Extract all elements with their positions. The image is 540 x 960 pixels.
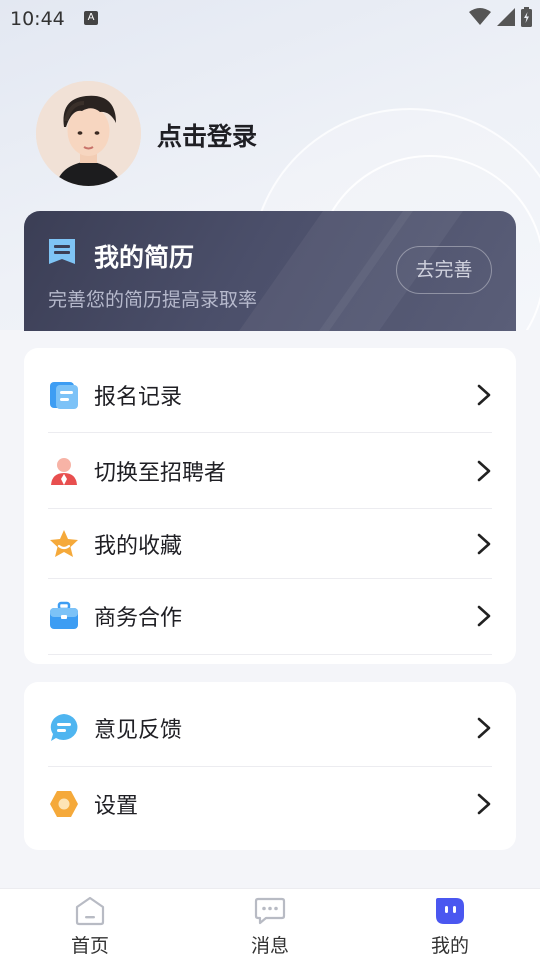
- complete-resume-button[interactable]: 去完善: [396, 246, 492, 294]
- menu-item-application-records[interactable]: 报名记录: [48, 357, 492, 433]
- status-time: 10:44: [10, 8, 65, 30]
- notification-icon: A: [84, 11, 98, 25]
- chevron-right-icon: [477, 793, 491, 815]
- menu-item-label: 切换至招聘者: [94, 461, 227, 486]
- menu-item-settings[interactable]: 设置: [48, 766, 492, 842]
- nav-tab-home[interactable]: 首页: [30, 889, 150, 960]
- resume-icon: [49, 239, 75, 264]
- wifi-icon: [469, 8, 491, 25]
- menu-item-switch-recruiter[interactable]: 切换至招聘者: [48, 433, 492, 509]
- resume-subtitle: 完善您的简历提高录取率: [48, 289, 258, 311]
- nav-label: 消息: [250, 935, 289, 957]
- bottom-navigation: 首页 消息 我的: [0, 888, 540, 960]
- menu-item-business-cooperation[interactable]: 商务合作: [48, 578, 492, 654]
- menu-item-label: 意见反馈: [94, 718, 183, 743]
- chevron-right-icon: [477, 384, 491, 406]
- profile-robot-icon: [436, 898, 464, 924]
- divider: [48, 654, 492, 655]
- recruiter-person-icon: [51, 458, 77, 485]
- menu-item-favorites[interactable]: 我的收藏: [48, 506, 492, 582]
- menu-item-label: 设置: [94, 794, 139, 819]
- nav-tab-messages[interactable]: 消息: [210, 889, 330, 960]
- briefcase-icon: [50, 601, 78, 629]
- avatar[interactable]: [36, 81, 141, 186]
- status-icons: [469, 7, 532, 27]
- secondary-menu-card: 意见反馈 设置: [24, 682, 516, 850]
- nav-label: 我的: [430, 935, 469, 957]
- menu-item-label: 商务合作: [94, 606, 183, 631]
- star-icon: [50, 530, 78, 557]
- signal-icon: [497, 8, 515, 26]
- chevron-right-icon: [477, 533, 491, 555]
- resume-card[interactable]: 我的简历 完善您的简历提高录取率 去完善: [24, 211, 516, 331]
- login-link[interactable]: 点击登录: [157, 117, 257, 153]
- chevron-right-icon: [477, 605, 491, 627]
- battery-icon: [521, 7, 532, 27]
- resume-title: 我的简历: [94, 243, 195, 272]
- menu-item-label: 我的收藏: [94, 534, 183, 559]
- status-bar: 10:44 A: [0, 0, 540, 36]
- main-menu-card: 报名记录 切换至招聘者 我的收藏 商务合作: [24, 348, 516, 664]
- home-icon: [75, 896, 105, 926]
- document-list-icon: [50, 382, 78, 409]
- settings-hexagon-icon: [50, 791, 78, 817]
- avatar-illustration-icon: [36, 81, 141, 186]
- chevron-right-icon: [477, 717, 491, 739]
- message-icon: [254, 897, 286, 925]
- menu-item-label: 报名记录: [94, 385, 183, 410]
- nav-tab-mine[interactable]: 我的: [390, 889, 510, 960]
- menu-item-feedback[interactable]: 意见反馈: [48, 690, 492, 766]
- chevron-right-icon: [477, 460, 491, 482]
- profile-screen: 10:44 A 点击登录 我的简历 完善您的简历提高录取率 去完善 报名记录 切…: [0, 0, 540, 960]
- nav-label: 首页: [70, 935, 109, 957]
- feedback-bubble-icon: [50, 714, 78, 741]
